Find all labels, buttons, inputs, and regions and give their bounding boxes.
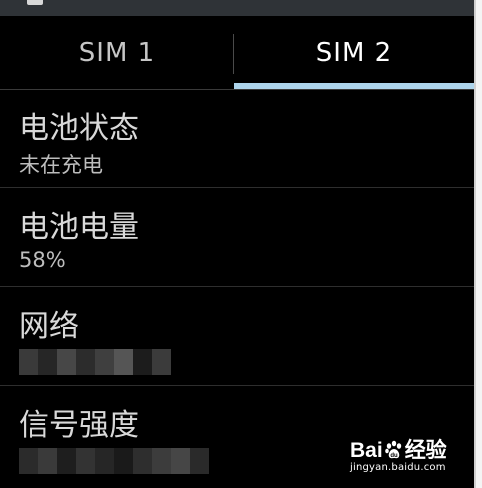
- phone-screen: SIM 1 SIM 2 电池状态 未在充电 电池电量 58% 网络 信号强度 B…: [0, 0, 482, 488]
- battery-level-value: 58%: [19, 248, 66, 272]
- list-item-battery-status: 电池状态 未在充电: [0, 89, 474, 188]
- sim-tabs: SIM 1 SIM 2: [0, 16, 474, 90]
- list-item-battery-level: 电池电量 58%: [0, 188, 474, 287]
- network-title: 网络: [19, 309, 79, 344]
- signal-strength-title: 信号强度: [19, 408, 139, 443]
- status-bar-icon: [27, 0, 43, 5]
- network-value-redacted: [19, 349, 171, 375]
- battery-status-value: 未在充电: [19, 153, 103, 177]
- watermark-logo: Bai du 经验: [350, 439, 447, 462]
- svg-text:du: du: [390, 453, 398, 459]
- baidu-jingyan-watermark: Bai du 经验 jingyan.baidu.com: [350, 432, 460, 484]
- battery-level-title: 电池电量: [19, 210, 139, 245]
- tab-sim-1-label: SIM 1: [78, 37, 156, 68]
- watermark-url: jingyan.baidu.com: [350, 462, 446, 473]
- signal-strength-value-redacted: [19, 448, 209, 474]
- tab-sim-2-label: SIM 2: [315, 37, 393, 68]
- tab-sim-1[interactable]: SIM 1: [0, 16, 234, 89]
- status-bar: [0, 0, 474, 16]
- battery-status-title: 电池状态: [19, 111, 139, 146]
- tab-sim-2[interactable]: SIM 2: [234, 16, 474, 89]
- list-item-network: 网络: [0, 287, 474, 386]
- status-list: 电池状态 未在充电 电池电量 58% 网络 信号强度: [0, 89, 474, 484]
- baidu-paw-icon: du: [384, 440, 401, 459]
- background-page-edge: [474, 0, 482, 488]
